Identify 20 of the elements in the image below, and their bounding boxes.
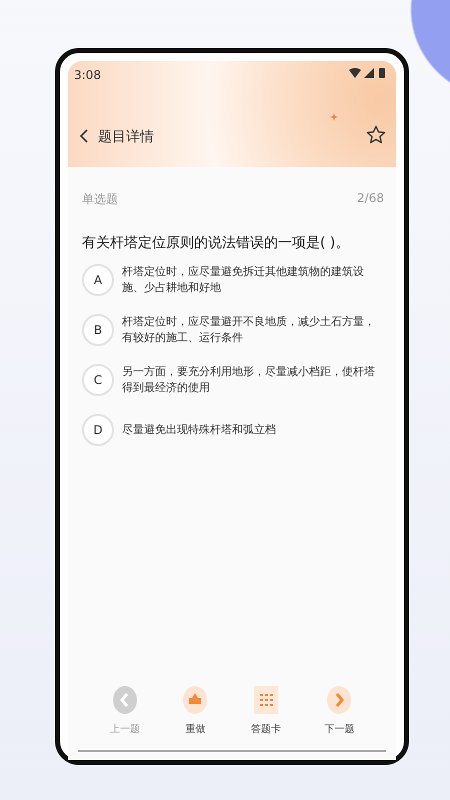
page-title: 题目详情 — [98, 128, 155, 146]
left-chevron-icon — [112, 686, 137, 714]
option-button[interactable]: B — [82, 314, 114, 346]
question-text: 有关杆塔定位原则的说法错误的一项是( )。 — [81, 234, 350, 252]
redo-button[interactable]: 重做 — [183, 686, 208, 736]
option-text: 另一方面，要充分利用地形，尽量减小档距，使杆塔得到最经济的使用 — [122, 364, 376, 396]
answer-card-button[interactable]: 答题卡 — [250, 686, 281, 736]
option-text: 杆塔定位时，应尽量避开不良地质，减少土石方量，有较好的施工、运行条件 — [122, 314, 376, 346]
question-counter: 2/68 — [357, 191, 384, 207]
option-text: 尽量避免出现特殊杆塔和弧立档 — [122, 422, 276, 438]
option-button[interactable]: D — [82, 414, 114, 446]
option-button[interactable]: C — [82, 364, 114, 396]
option-button[interactable]: A — [82, 264, 114, 296]
status-time: 3:08 — [74, 68, 101, 82]
next-button[interactable]: 下一题 — [324, 686, 354, 736]
sparkle-icon — [330, 113, 338, 121]
option-text: 杆塔定位时，应尽量避免拆迁其他建筑物的建筑设施、少占耕地和好地 — [122, 264, 365, 296]
question-type: 单选题 — [82, 191, 118, 208]
grid-icon — [254, 686, 278, 714]
right-chevron-icon — [327, 686, 352, 714]
